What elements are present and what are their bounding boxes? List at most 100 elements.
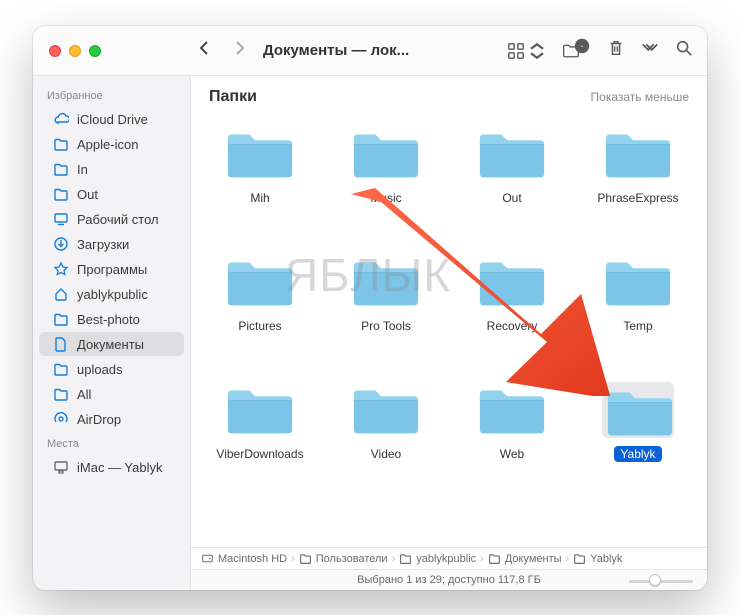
folder-icon xyxy=(224,254,296,310)
sidebar-item-out[interactable]: Out xyxy=(39,182,184,206)
chevron-right-icon: › xyxy=(566,553,570,565)
sidebar-item-all[interactable]: All xyxy=(39,382,184,406)
folder-item[interactable]: Out xyxy=(449,118,575,246)
sidebar-item-uploads[interactable]: uploads xyxy=(39,357,184,381)
titlebar: Документы — лок... · xyxy=(33,26,707,76)
folder-item[interactable]: Music xyxy=(323,118,449,246)
folder-label: Web xyxy=(494,446,530,462)
sidebar-item-label: iMac — Yablyk xyxy=(77,460,163,475)
sidebar-item-desktop[interactable]: Рабочий стол xyxy=(39,207,184,231)
folder-label: PhraseExpress xyxy=(591,190,684,206)
path-bar: Macintosh HD›Пользователи›yablykpublic›Д… xyxy=(191,547,707,569)
sidebar-item-icloud-drive[interactable]: iCloud Drive xyxy=(39,107,184,131)
folder-icon xyxy=(476,126,548,182)
folder-icon xyxy=(476,382,548,438)
overflow-button[interactable] xyxy=(641,39,659,62)
path-segment[interactable]: Пользователи xyxy=(299,552,388,565)
sidebar-item-label: uploads xyxy=(77,362,123,377)
finder-window: Документы — лок... · xyxy=(33,26,707,590)
search-button[interactable] xyxy=(675,39,693,62)
toolbar-right: · xyxy=(507,39,707,62)
section-header: Папки Показать меньше xyxy=(191,76,707,110)
window-title: Документы — лок... xyxy=(253,42,415,59)
chevron-right-icon: › xyxy=(291,553,295,565)
sidebar-item-label: yablykpublic xyxy=(77,287,148,302)
folder-icon xyxy=(224,126,296,182)
sidebar-item-downloads[interactable]: Загрузки xyxy=(39,232,184,256)
section-title: Папки xyxy=(209,88,257,106)
sidebar-item-apple-icon[interactable]: Apple-icon xyxy=(39,132,184,156)
folder-icon xyxy=(350,126,422,182)
sidebar-item-airdrop[interactable]: AirDrop xyxy=(39,407,184,431)
folder-item[interactable]: Web xyxy=(449,374,575,502)
nav-buttons xyxy=(191,40,253,61)
sidebar-item-label: Out xyxy=(77,187,98,202)
zoom-slider[interactable] xyxy=(629,573,693,587)
folder-label: Pro Tools xyxy=(355,318,417,334)
folder-item[interactable]: PhraseExpress xyxy=(575,118,701,246)
folder-icon xyxy=(350,382,422,438)
folder-label: Video xyxy=(365,446,407,462)
folder-item[interactable]: Video xyxy=(323,374,449,502)
path-segment[interactable]: yablykpublic xyxy=(399,552,476,565)
back-button[interactable] xyxy=(197,40,213,61)
folder-icon xyxy=(224,382,296,438)
sidebar-item-label: All xyxy=(77,387,91,402)
fullscreen-button[interactable] xyxy=(89,45,101,57)
folder-label: Out xyxy=(496,190,527,206)
folder-label: Temp xyxy=(617,318,658,334)
sidebar-item-label: In xyxy=(77,162,88,177)
sidebar-item-documents[interactable]: Документы xyxy=(39,332,184,356)
view-icon-button[interactable] xyxy=(507,42,546,60)
folder-icon xyxy=(602,254,674,310)
sidebar-item-label: AirDrop xyxy=(77,412,121,427)
trash-button[interactable] xyxy=(607,39,625,62)
folder-icon xyxy=(476,254,548,310)
status-text: Выбрано 1 из 29; доступно 117,8 ГБ xyxy=(357,574,541,586)
forward-button[interactable] xyxy=(231,40,247,61)
sidebar-item-label: Документы xyxy=(77,337,144,352)
folder-item[interactable]: Temp xyxy=(575,246,701,374)
folder-item[interactable]: Mih xyxy=(197,118,323,246)
folder-label: Music xyxy=(364,190,407,206)
sidebar-item-imac[interactable]: iMac — Yablyk xyxy=(39,455,184,479)
sidebar-item-label: iCloud Drive xyxy=(77,112,148,127)
path-segment[interactable]: Yablyk xyxy=(573,552,622,565)
close-button[interactable] xyxy=(49,45,61,57)
sidebar-item-label: Программы xyxy=(77,262,147,277)
minimize-button[interactable] xyxy=(69,45,81,57)
chevron-right-icon: › xyxy=(480,553,484,565)
path-segment[interactable]: Документы xyxy=(488,552,562,565)
folder-item[interactable]: Yablyk xyxy=(575,374,701,502)
folder-label: Mih xyxy=(244,190,275,206)
group-by-button[interactable]: · xyxy=(562,42,591,60)
sidebar-item-apps[interactable]: Программы xyxy=(39,257,184,281)
show-less-link[interactable]: Показать меньше xyxy=(591,90,689,104)
folder-icon xyxy=(602,382,674,438)
window-body: Избранное iCloud Drive Apple-icon In Out Раб… xyxy=(33,76,707,590)
chevron-right-icon: › xyxy=(392,553,396,565)
path-segment[interactable]: Macintosh HD xyxy=(201,552,287,565)
sidebar-item-label: Best-photo xyxy=(77,312,140,327)
sidebar-item-label: Рабочий стол xyxy=(77,212,159,227)
main-panel: Папки Показать меньше Mih Music Out PhraseE… xyxy=(191,76,707,590)
sidebar-item-label: Загрузки xyxy=(77,237,129,252)
folder-label: Recovery xyxy=(481,318,544,334)
sidebar-item-yablykpublic[interactable]: yablykpublic xyxy=(39,282,184,306)
folder-label: Pictures xyxy=(232,318,287,334)
svg-text:·: · xyxy=(580,40,584,52)
folder-label: Yablyk xyxy=(614,446,661,462)
sidebar-section-locations: Места xyxy=(33,432,190,454)
folder-item[interactable]: Pro Tools xyxy=(323,246,449,374)
folder-icon xyxy=(350,254,422,310)
sidebar-item-best-photo[interactable]: Best-photo xyxy=(39,307,184,331)
status-bar: Выбрано 1 из 29; доступно 117,8 ГБ xyxy=(191,569,707,590)
sidebar-section-favorites: Избранное xyxy=(33,84,190,106)
sidebar: Избранное iCloud Drive Apple-icon In Out Раб… xyxy=(33,76,191,590)
folder-item[interactable]: Recovery xyxy=(449,246,575,374)
sidebar-item-in[interactable]: In xyxy=(39,157,184,181)
folder-item[interactable]: Pictures xyxy=(197,246,323,374)
sidebar-item-label: Apple-icon xyxy=(77,137,138,152)
folder-item[interactable]: ViberDownloads xyxy=(197,374,323,502)
folder-label: ViberDownloads xyxy=(210,446,309,462)
